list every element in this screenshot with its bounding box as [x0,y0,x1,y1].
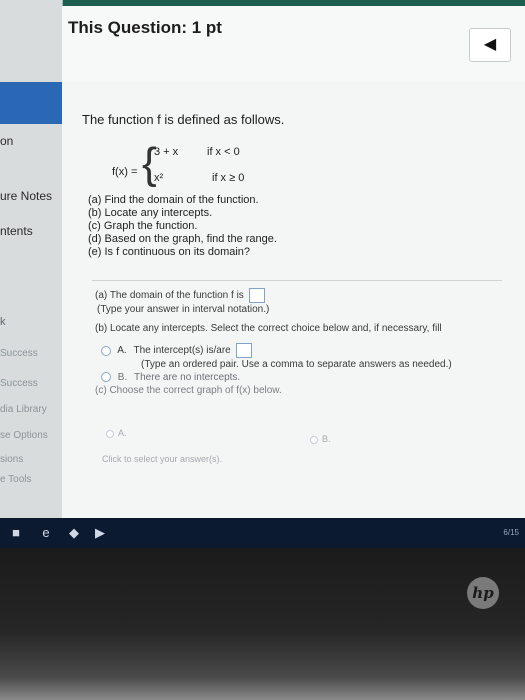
part-a: (a) Find the domain of the function. [88,194,259,206]
sidebar-item-contents[interactable]: ntents [0,224,33,238]
answer-area: (a) The domain of the function f is (Typ… [95,288,452,397]
taskbar: ■ e ◆ ▶ 6/15 [0,518,525,548]
hp-logo-icon: hp [467,577,499,609]
question-parts: (a) Find the domain of the function. (b)… [88,194,277,259]
question-points-title: This Question: 1 pt [68,18,222,37]
choice-b-text: There are no intercepts. [134,372,241,383]
graph-choice-b[interactable]: B. [310,434,331,444]
choice-b-letter: B. [117,372,128,383]
back-button[interactable]: ◀ [469,28,511,62]
fx-label: f(x) = [112,166,138,178]
part-b: (b) Locate any intercepts. [88,207,213,219]
back-arrow-icon: ◀ [483,36,497,53]
sidebar-item-sions[interactable]: sions [0,454,23,465]
choice-b-radio[interactable] [101,372,111,383]
sidebar-item-media-library[interactable]: dia Library [0,404,47,415]
sidebar-item-tools[interactable]: e Tools [0,474,32,485]
click-to-select-hint: Click to select your answer(s). [102,454,223,464]
choice-a-letter: A. [117,345,127,357]
app-icon[interactable]: ◆ [66,525,82,541]
question-content: The function f is defined as follows. f(… [62,82,525,518]
sidebar-highlight [0,82,62,124]
part-d: (d) Based on the graph, find the range. [88,233,277,245]
case1-expression: 3 + x [154,146,179,158]
graph-a-label: A. [118,428,127,438]
case1-condition: if x < 0 [207,146,240,158]
case2-expression: x² [154,172,164,184]
answer-c-label: (c) Choose the correct graph of f(x) bel… [95,385,282,396]
sidebar-item-k[interactable]: k [0,316,6,328]
graph-b-radio[interactable] [310,435,318,444]
sidebar-item-course-options[interactable]: se Options [0,430,48,441]
sidebar-item-question[interactable]: on [0,134,13,148]
answer-a-hint: (Type your answer in interval notation.) [97,304,270,315]
sidebar-item-success-2[interactable]: Success [0,378,38,389]
start-icon[interactable]: ■ [8,525,24,541]
choice-a-hint: (Type an ordered pair. Use a comma to se… [141,359,452,370]
part-c: (c) Graph the function. [88,220,198,232]
laptop-bezel [0,548,525,700]
clock: 6/15 [503,528,519,537]
question-intro: The function f is defined as follows. [82,112,285,127]
sidebar-item-success-1[interactable]: Success [0,348,38,359]
domain-answer-box[interactable] [248,288,265,303]
divider [92,280,502,281]
sidebar: on ure Notes ntents k Success Success di… [0,0,63,518]
choice-a-radio[interactable] [101,345,111,356]
case2-condition: if x ≥ 0 [212,172,245,184]
choice-a-text: The intercept(s) is/are [133,345,231,357]
graph-a-radio[interactable] [106,429,114,438]
question-header: This Question: 1 pt ◀ [62,6,525,83]
graph-choice-a[interactable]: A. [106,428,127,438]
answer-a-label: (a) The domain of the function f is [95,290,244,302]
intercept-answer-box[interactable] [235,343,252,358]
sidebar-item-lecture-notes[interactable]: ure Notes [0,189,52,203]
browser-icon[interactable]: e [38,525,54,541]
media-icon[interactable]: ▶ [92,525,108,541]
screen: on ure Notes ntents k Success Success di… [0,0,525,518]
graph-b-label: B. [322,434,331,444]
answer-b-label: (b) Locate any intercepts. Select the co… [95,323,442,334]
part-e: (e) Is f continuous on its domain? [88,246,251,258]
